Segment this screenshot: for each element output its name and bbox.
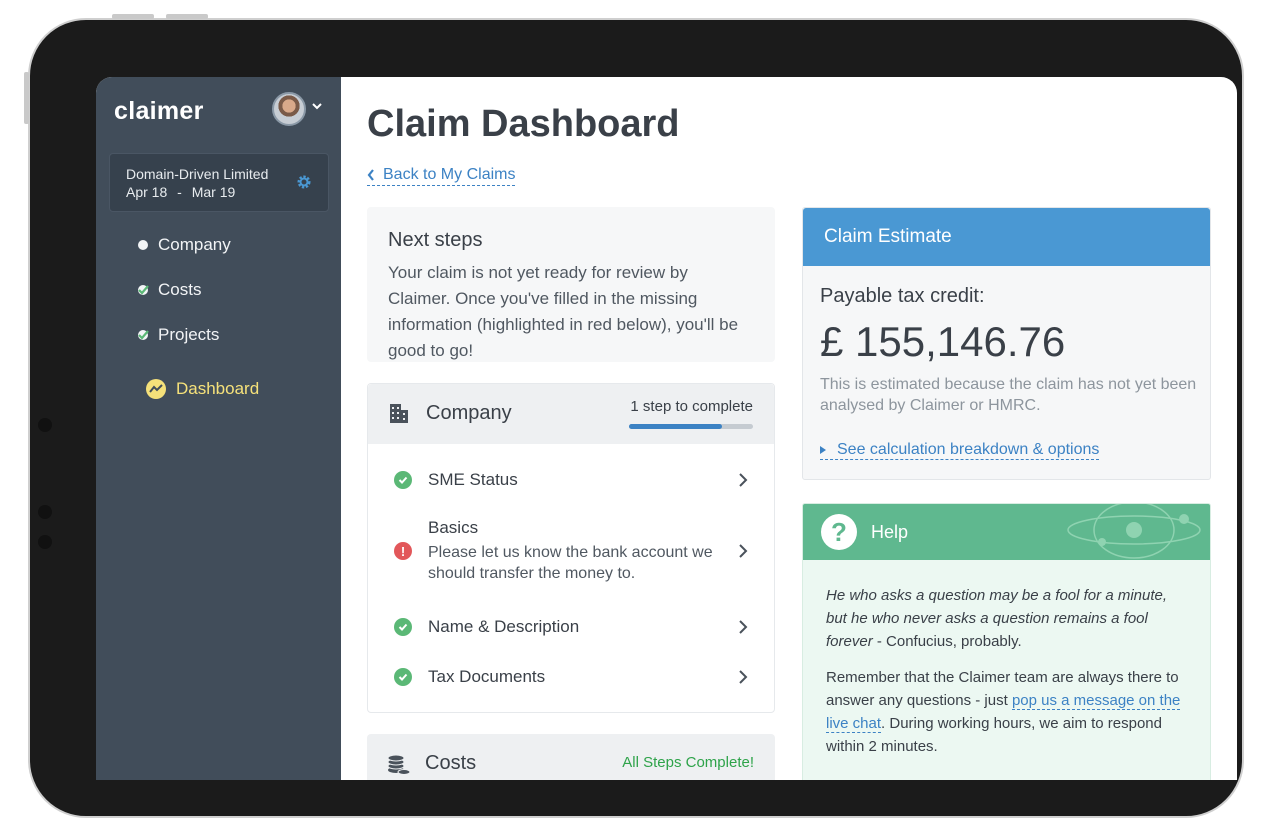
sidebar: claimer Domain-Driven Limited Apr 18 - M…	[96, 77, 341, 780]
payable-amount: £ 155,146.76	[820, 318, 1066, 365]
device-button	[24, 72, 29, 124]
device-button	[112, 14, 154, 19]
back-link-label: Back to My Claims	[383, 166, 516, 183]
sidebar-item-label: Projects	[158, 325, 220, 344]
app-screen: claimer Domain-Driven Limited Apr 18 - M…	[96, 77, 1237, 780]
next-steps-card: Next steps Your claim is not yet ready f…	[367, 207, 775, 362]
help-message: Remember that the Claimer team are alway…	[826, 666, 1186, 758]
check-circle-icon	[394, 668, 412, 686]
sidebar-item-company[interactable]: Company	[136, 235, 231, 255]
progress-bar	[629, 424, 753, 429]
chevron-right-icon	[739, 670, 748, 684]
gear-icon[interactable]	[296, 174, 312, 190]
period-start: Apr 18	[126, 184, 168, 200]
sidebar-item-label: Dashboard	[176, 379, 260, 398]
back-link[interactable]: Back to My Claims	[367, 166, 516, 186]
company-item-basics[interactable]: ! Basics Please let us know the bank acc…	[394, 518, 748, 584]
camera-dot	[38, 505, 52, 519]
sidebar-item-label: Company	[158, 235, 231, 254]
device-button	[166, 14, 208, 19]
payable-label: Payable tax credit:	[820, 285, 985, 307]
next-steps-body: Your claim is not yet ready for review b…	[388, 263, 739, 360]
chevron-down-icon[interactable]	[312, 101, 322, 111]
company-item-sme-status[interactable]: SME Status	[394, 470, 748, 490]
help-header: ? Help	[803, 504, 1210, 560]
tablet-frame: claimer Domain-Driven Limited Apr 18 - M…	[28, 18, 1244, 818]
atom-decoration-icon	[1067, 504, 1201, 559]
account-selector[interactable]: Domain-Driven Limited Apr 18 - Mar 19	[109, 153, 329, 212]
account-name: Domain-Driven Limited	[126, 166, 269, 182]
item-label: Basics	[428, 518, 479, 537]
costs-status: All Steps Complete!	[622, 754, 754, 771]
user-avatar[interactable]	[272, 92, 306, 126]
progress-bar-fill	[629, 424, 722, 429]
trend-icon	[146, 379, 166, 399]
item-label: Name & Description	[428, 617, 580, 636]
period-separator: -	[177, 184, 182, 200]
question-icon: ?	[821, 514, 857, 550]
quote-attribution: - Confucius, probably.	[876, 633, 1022, 650]
next-steps-heading: Next steps	[388, 229, 483, 251]
sidebar-item-label: Costs	[158, 280, 202, 299]
building-icon	[390, 404, 408, 423]
check-circle-icon	[394, 471, 412, 489]
chevron-right-icon	[739, 473, 748, 487]
caret-right-icon	[820, 446, 826, 454]
costs-section-title: Costs	[425, 752, 477, 774]
check-icon	[136, 283, 150, 297]
company-item-tax-documents[interactable]: Tax Documents	[394, 667, 748, 687]
steps-remaining: 1 step to complete	[630, 398, 753, 415]
sidebar-item-projects[interactable]: Projects	[136, 325, 219, 345]
calculation-breakdown-link[interactable]: See calculation breakdown & options	[820, 441, 1100, 460]
item-detail: Please let us know the bank account we s…	[428, 544, 713, 582]
help-quote: He who asks a question may be a fool for…	[826, 584, 1186, 653]
sidebar-item-costs[interactable]: Costs	[136, 280, 201, 300]
app-logo[interactable]: claimer	[114, 97, 204, 126]
check-circle-icon	[394, 618, 412, 636]
claim-estimate-card: Claim Estimate Payable tax credit: £ 155…	[802, 207, 1211, 480]
page-title: Claim Dashboard	[367, 103, 680, 145]
check-icon	[136, 328, 150, 342]
estimate-header: Claim Estimate	[803, 208, 1210, 266]
camera-dot	[38, 418, 52, 432]
period-end: Mar 19	[191, 184, 236, 200]
estimate-note: This is estimated because the claim has …	[820, 376, 1197, 414]
chevron-left-icon	[367, 169, 374, 181]
company-section-header[interactable]: Company 1 step to complete	[368, 384, 774, 444]
item-label: Tax Documents	[428, 667, 546, 686]
help-card: ? Help He who asks a question may be a f…	[802, 503, 1211, 780]
sidebar-item-dashboard[interactable]: Dashboard	[146, 379, 259, 399]
error-icon: !	[394, 542, 412, 560]
camera-dot	[38, 535, 52, 549]
company-section: Company 1 step to complete SME Status ! …	[367, 383, 775, 713]
company-section-title: Company	[426, 402, 512, 424]
company-item-name-description[interactable]: Name & Description	[394, 617, 748, 637]
chevron-right-icon	[739, 544, 748, 558]
item-label: SME Status	[428, 470, 518, 489]
costs-section-header[interactable]: Costs All Steps Complete!	[367, 734, 775, 780]
calculation-breakdown-label: See calculation breakdown & options	[837, 441, 1100, 458]
help-title: Help	[871, 522, 909, 542]
account-period: Apr 18 - Mar 19	[126, 184, 235, 200]
main-content: Claim Dashboard Back to My Claims Next s…	[341, 77, 1237, 780]
incomplete-dot-icon	[136, 238, 150, 252]
chevron-right-icon	[739, 620, 748, 634]
coins-icon	[387, 754, 411, 775]
